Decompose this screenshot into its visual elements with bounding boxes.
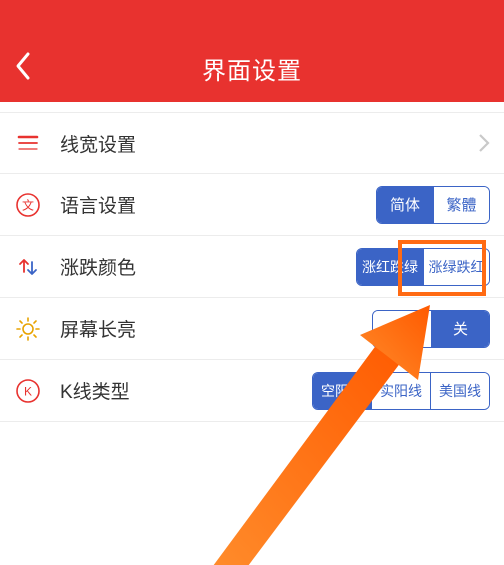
updown-icon bbox=[14, 253, 42, 281]
updown-color-option-red-up[interactable]: 涨红跌绿 bbox=[357, 249, 423, 285]
language-icon: 文 bbox=[14, 191, 42, 219]
language-option-simplified[interactable]: 简体 bbox=[377, 187, 433, 223]
screen-on-option-off[interactable]: 关 bbox=[431, 311, 489, 347]
updown-color-option-green-up[interactable]: 涨绿跌红 bbox=[423, 249, 489, 285]
row-language: 文 语言设置 简体 繁體 bbox=[0, 174, 504, 236]
chevron-right-icon bbox=[478, 133, 490, 153]
kline-option-solid[interactable]: 实阳线 bbox=[371, 373, 430, 409]
screen-on-option-on[interactable]: 开 bbox=[373, 311, 431, 347]
svg-text:K: K bbox=[24, 384, 32, 398]
chevron-left-icon bbox=[14, 51, 32, 81]
row-linewidth[interactable]: 线宽设置 bbox=[0, 112, 504, 174]
kline-icon: K bbox=[14, 377, 42, 405]
kline-option-hollow[interactable]: 空阳线 bbox=[313, 373, 371, 409]
row-kline: K K线类型 空阳线 实阳线 美国线 bbox=[0, 360, 504, 422]
row-screen-on: 屏幕长亮 开 关 bbox=[0, 298, 504, 360]
header: 界面设置 bbox=[0, 0, 504, 102]
segmented-updown-color: 涨红跌绿 涨绿跌红 bbox=[356, 248, 490, 286]
row-label: 屏幕长亮 bbox=[60, 315, 372, 342]
sun-icon bbox=[14, 315, 42, 343]
segmented-kline: 空阳线 实阳线 美国线 bbox=[312, 372, 490, 410]
row-label: 线宽设置 bbox=[60, 130, 478, 157]
kline-option-us[interactable]: 美国线 bbox=[430, 373, 489, 409]
settings-list: 线宽设置 文 语言设置 简体 繁體 bbox=[0, 112, 504, 422]
svg-text:文: 文 bbox=[22, 197, 34, 212]
back-button[interactable] bbox=[14, 51, 32, 86]
row-updown-color: 涨跌颜色 涨红跌绿 涨绿跌红 bbox=[0, 236, 504, 298]
row-label: K线类型 bbox=[60, 377, 312, 404]
segmented-language: 简体 繁體 bbox=[376, 186, 490, 224]
segmented-screen-on: 开 关 bbox=[372, 310, 490, 348]
row-label: 涨跌颜色 bbox=[60, 253, 356, 280]
page-title: 界面设置 bbox=[202, 51, 302, 86]
language-option-traditional[interactable]: 繁體 bbox=[433, 187, 489, 223]
linewidth-icon bbox=[14, 129, 42, 157]
row-label: 语言设置 bbox=[60, 191, 376, 218]
